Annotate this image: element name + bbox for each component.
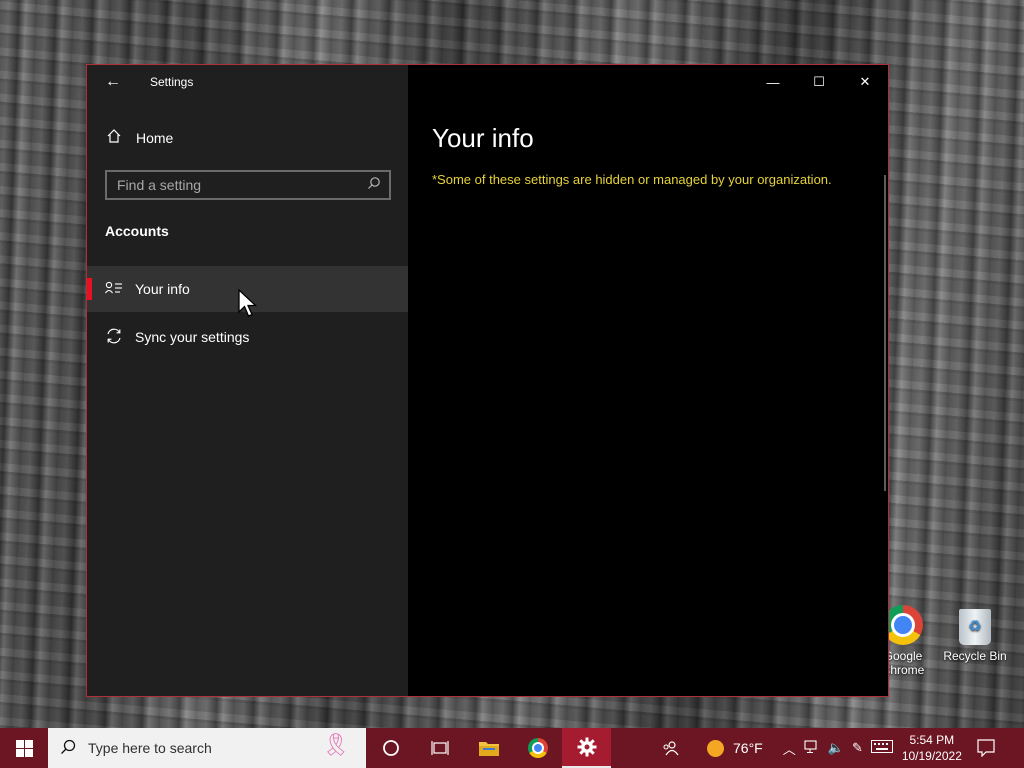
settings-search-input[interactable] <box>107 172 372 198</box>
recycle-bin-icon: ♻ <box>955 605 995 645</box>
taskbar-clock[interactable]: 5:54 PM 10/19/2022 <box>897 732 967 764</box>
settings-window: ← Settings Home Accounts Your info <box>86 64 889 697</box>
minimize-button[interactable]: — <box>750 65 796 99</box>
arrow-left-icon: ← <box>105 73 121 90</box>
clock-date: 10/19/2022 <box>901 749 962 763</box>
start-button[interactable] <box>0 728 48 768</box>
home-icon <box>105 128 123 148</box>
mouse-cursor-icon <box>238 289 258 317</box>
content-pane: — ☐ ✕ Your info *Some of these settings … <box>408 65 888 696</box>
network-icon[interactable] <box>800 739 824 757</box>
maximize-icon: ☐ <box>813 74 825 89</box>
sync-icon <box>104 327 124 348</box>
home-label: Home <box>136 130 174 146</box>
task-view-button[interactable] <box>415 728 464 768</box>
gear-icon <box>577 737 596 757</box>
people-button[interactable] <box>653 728 689 768</box>
page-title: Your info <box>432 123 534 153</box>
desktop-icon-label: Recycle Bin <box>943 649 1007 663</box>
search-icon[interactable] <box>367 176 383 194</box>
settings-taskbar-button[interactable] <box>562 728 611 768</box>
notification-icon <box>977 739 995 757</box>
taskbar-search-box[interactable]: Type here to search 🎗 <box>48 728 366 768</box>
taskbar-search-placeholder: Type here to search <box>88 740 212 756</box>
weather-temperature: 76°F <box>733 740 763 756</box>
active-indicator <box>87 278 92 300</box>
sidebar-item-label: Your info <box>135 281 190 297</box>
desktop-icon-recycle-bin[interactable]: ♻ Recycle Bin <box>940 605 1010 663</box>
task-view-icon <box>430 741 449 755</box>
folder-icon <box>478 742 499 756</box>
settings-search-box[interactable] <box>105 170 391 200</box>
keyboard-icon[interactable] <box>867 740 897 756</box>
contact-info-icon <box>104 281 124 298</box>
awareness-ribbon-icon: 🎗 <box>322 732 350 757</box>
search-icon <box>60 739 76 758</box>
sidebar-item-sync-settings[interactable]: Sync your settings <box>87 314 408 360</box>
file-explorer-button[interactable] <box>464 728 513 768</box>
home-nav-item[interactable]: Home <box>87 123 408 153</box>
chrome-icon <box>527 738 548 758</box>
pen-icon[interactable]: ✎ <box>848 740 867 756</box>
sidebar: ← Settings Home Accounts Your info <box>87 65 408 696</box>
title-bar[interactable]: ← Settings <box>87 65 408 99</box>
managed-by-organization-notice: *Some of these settings are hidden or ma… <box>432 172 832 187</box>
cortana-button[interactable] <box>366 728 415 768</box>
chrome-icon <box>888 605 923 645</box>
windows-logo-icon <box>15 739 33 757</box>
clock-time: 5:54 PM <box>909 733 955 747</box>
taskbar: Type here to search 🎗 76°F ︿ 🔈 ✎ 5:54 PM… <box>0 728 1024 768</box>
window-controls: — ☐ ✕ <box>750 65 888 99</box>
minimize-icon: — <box>766 74 780 90</box>
window-title: Settings <box>150 75 194 89</box>
show-hidden-icons-chevron-icon[interactable]: ︿ <box>779 739 800 758</box>
scrollbar[interactable] <box>884 175 886 491</box>
people-icon <box>663 741 679 756</box>
weather-widget[interactable]: 76°F <box>699 728 771 768</box>
volume-icon[interactable]: 🔈 <box>824 740 848 756</box>
back-button[interactable]: ← <box>101 71 125 93</box>
action-center-button[interactable] <box>967 728 1005 768</box>
maximize-button[interactable]: ☐ <box>796 65 842 99</box>
section-heading-accounts: Accounts <box>105 223 169 239</box>
chrome-taskbar-button[interactable] <box>513 728 562 768</box>
sun-icon <box>707 739 724 757</box>
close-button[interactable]: ✕ <box>842 65 888 99</box>
sidebar-item-label: Sync your settings <box>135 329 250 345</box>
system-tray: ︿ 🔈 ✎ <box>779 728 897 768</box>
close-icon: ✕ <box>859 74 871 89</box>
cortana-circle-icon <box>382 740 399 756</box>
